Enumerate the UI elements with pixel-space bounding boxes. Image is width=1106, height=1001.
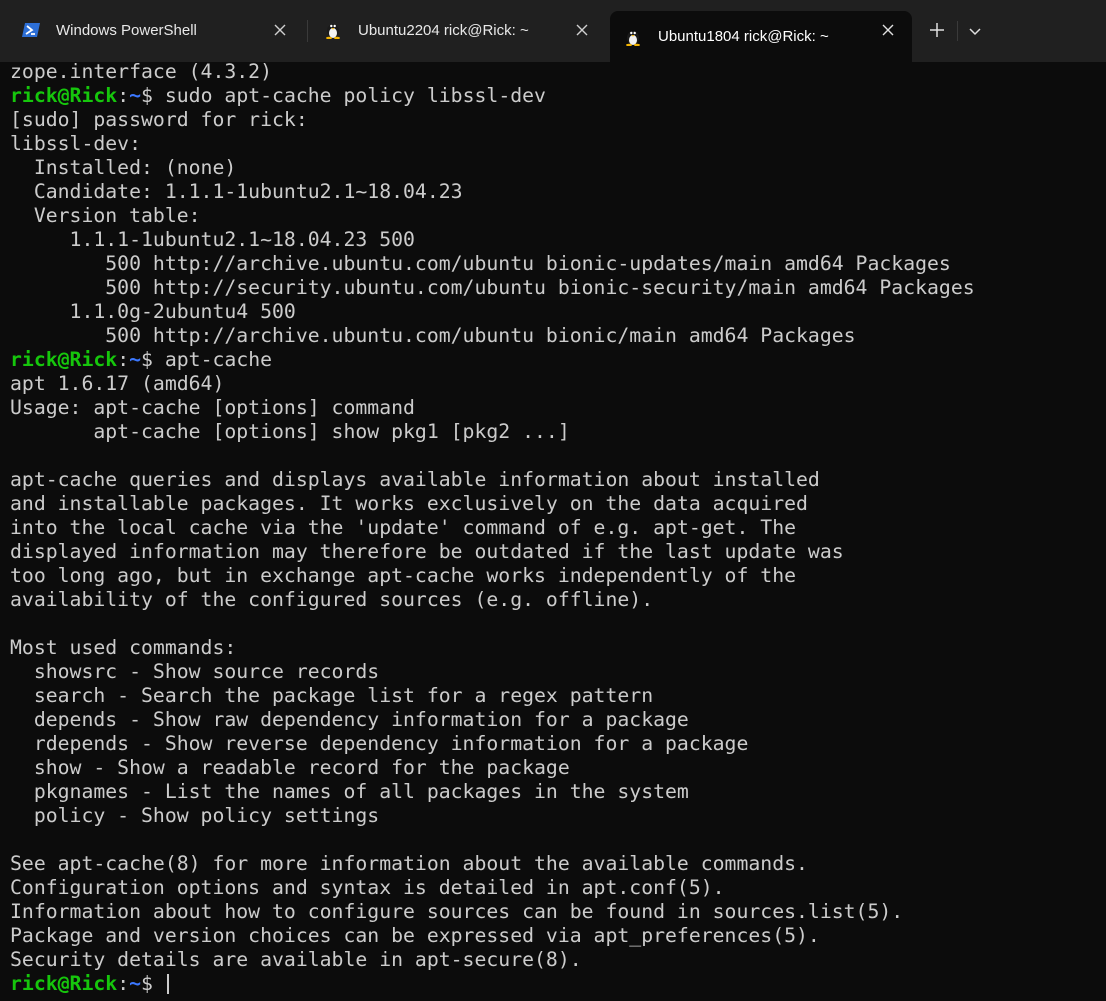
output-line: into the local cache via the 'update' co… — [10, 516, 797, 539]
output-line: search - Search the package list for a r… — [10, 684, 654, 707]
output-line: and installable packages. It works exclu… — [10, 492, 808, 515]
tab-divider — [957, 21, 958, 41]
output-line: Information about how to configure sourc… — [10, 900, 904, 923]
terminal-window: Windows PowerShell Ubuntu2204 rick@Rick: — [0, 0, 1106, 1001]
output-line: zope.interface (4.3.2) — [10, 60, 273, 83]
tux-linux-icon — [324, 21, 342, 39]
output-line: Version table: — [10, 204, 201, 227]
tab-title: Windows PowerShell — [56, 21, 197, 39]
output-line: displayed information may therefore be o… — [10, 540, 844, 563]
output-line: depends - Show raw dependency informatio… — [10, 708, 689, 731]
command-text — [153, 972, 165, 995]
output-line: 500 http://security.ubuntu.com/ubuntu bi… — [10, 276, 975, 299]
prompt-separator: : — [117, 84, 130, 107]
output-line: 1.1.0g-2ubuntu4 500 — [10, 300, 296, 323]
new-tab-button[interactable] — [922, 17, 952, 47]
output-line: Candidate: 1.1.1-1ubuntu2.1~18.04.23 — [10, 180, 463, 203]
output-line: Usage: apt-cache [options] command — [10, 396, 415, 419]
output-line: 500 http://archive.ubuntu.com/ubuntu bio… — [10, 252, 951, 275]
command-text: apt-cache — [152, 348, 273, 371]
output-line: Package and version choices can be expre… — [10, 924, 820, 947]
output-line: showsrc - Show source records — [10, 660, 380, 683]
terminal-output[interactable]: zope.interface (4.3.2) rick@Rick:~$ sudo … — [10, 60, 1100, 998]
output-line: too long ago, but in exchange apt-cache … — [10, 564, 797, 587]
prompt-symbol: $ — [141, 972, 153, 995]
prompt-line: rick@Rick:~$ sudo apt-cache policy libss… — [10, 84, 1100, 108]
output-line: apt-cache [options] show pkg1 [pkg2 ...] — [10, 420, 570, 443]
tux-linux-icon — [624, 28, 642, 46]
output-line: Security details are available in apt-se… — [10, 948, 582, 971]
tab-ubuntu1804[interactable]: Ubuntu1804 rick@Rick: ~ — [610, 11, 912, 62]
output-line: Configuration options and syntax is deta… — [10, 876, 725, 899]
output-line: apt 1.6.17 (amd64) — [10, 372, 225, 395]
output-line: Most used commands: — [10, 636, 237, 659]
command-text: sudo apt-cache policy libssl-dev — [152, 84, 546, 107]
prompt-path: ~ — [129, 972, 142, 995]
tab-ubuntu2204[interactable]: Ubuntu2204 rick@Rick: ~ — [310, 11, 606, 49]
output-line: policy - Show policy settings — [10, 804, 380, 827]
output-line: availability of the configured sources (… — [10, 588, 654, 611]
output-line: Installed: (none) — [10, 156, 237, 179]
tab-title: Ubuntu1804 rick@Rick: ~ — [658, 28, 829, 45]
output-line: [sudo] password for rick: — [10, 108, 308, 131]
tab-divider — [307, 20, 308, 42]
output-line: apt-cache queries and displays available… — [10, 468, 820, 491]
plus-icon — [930, 22, 944, 42]
tab-title: Ubuntu2204 rick@Rick: ~ — [358, 21, 529, 39]
tab-windows-powershell[interactable]: Windows PowerShell — [8, 11, 304, 49]
prompt-line: rick@Rick:~$ — [10, 972, 1100, 996]
prompt-user-host: rick@Rick — [10, 972, 118, 995]
prompt-line: rick@Rick:~$ apt-cache — [10, 348, 1100, 372]
prompt-symbol: $ — [141, 348, 153, 371]
close-icon[interactable] — [270, 20, 290, 40]
prompt-user-host: rick@Rick — [10, 348, 118, 371]
close-icon[interactable] — [572, 20, 592, 40]
output-line: show - Show a readable record for the pa… — [10, 756, 570, 779]
output-line: 1.1.1-1ubuntu2.1~18.04.23 500 — [10, 228, 415, 251]
tab-bar: Windows PowerShell Ubuntu2204 rick@Rick: — [0, 0, 1106, 62]
output-line: libssl-dev: — [10, 132, 142, 155]
chevron-down-icon — [969, 23, 981, 41]
output-line: See apt-cache(8) for more information ab… — [10, 852, 808, 875]
prompt-separator: : — [117, 348, 130, 371]
prompt-symbol: $ — [141, 84, 153, 107]
prompt-user-host: rick@Rick — [10, 84, 118, 107]
prompt-path: ~ — [129, 84, 142, 107]
output-line: pkgnames - List the names of all package… — [10, 780, 689, 803]
output-line: 500 http://archive.ubuntu.com/ubuntu bio… — [10, 324, 856, 347]
prompt-path: ~ — [129, 348, 142, 371]
prompt-separator: : — [117, 972, 130, 995]
text-cursor[interactable] — [166, 974, 169, 994]
output-line: rdepends - Show reverse dependency infor… — [10, 732, 749, 755]
tab-dropdown-button[interactable] — [960, 17, 990, 47]
powershell-icon — [22, 21, 40, 39]
close-icon[interactable] — [878, 20, 898, 40]
